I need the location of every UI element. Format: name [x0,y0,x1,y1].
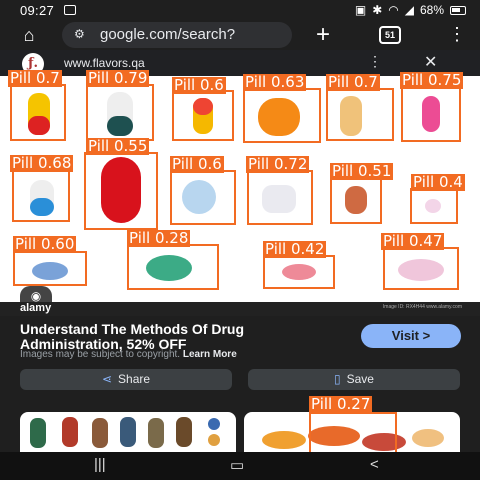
lock-icon: ▣ [354,3,367,17]
site-settings-icon[interactable]: ⚙ [74,27,85,41]
copyright-notice: Images may be subject to copyright. Lear… [20,349,237,360]
bluetooth-icon: ✱ [372,3,383,17]
detection-box [86,84,154,141]
capsules-photo [30,417,220,448]
visit-button[interactable]: Visit > [361,324,461,348]
detection-box [383,247,459,290]
new-tab-icon[interactable]: + [316,21,330,49]
bookmark-icon: ▯ [334,372,341,386]
related-thumbnail[interactable] [20,412,236,452]
detection-label: Pill 0.27 [309,395,373,413]
detection-label: Pill 0.4 [411,173,465,191]
detection-box [243,88,321,143]
detection-box [326,88,394,141]
wifi-icon: ◠ [388,3,399,17]
detection-label: Pill 0.72 [246,155,310,173]
detection-box [170,170,236,225]
copyright-text: Images may be subject to copyright. [20,349,181,360]
detection-label: Pill 0.42 [263,240,327,258]
tab-switcher-button[interactable]: 51 [379,26,401,44]
detection-box [401,86,461,142]
url-text: google.com/search? [100,26,236,43]
address-bar[interactable]: ⚙ google.com/search? [62,22,292,48]
detection-label: Pill 0.55 [86,137,150,155]
detection-label: Pill 0.7 [326,73,380,91]
recents-icon[interactable]: ||| [94,456,106,473]
share-button[interactable]: ⋖ Share [20,369,232,390]
image-preview[interactable]: ƒ. www.flavors.qa ⋮ ✕ Pill 0.7 Pill 0.79… [0,50,480,316]
battery-icon [450,5,466,15]
result-title[interactable]: Understand The Methods Of Drug Administr… [20,322,350,352]
alamy-watermark: alamy [20,302,52,314]
detection-box [309,412,397,452]
detection-box [172,90,234,141]
watermark-bar: alamy Image ID: RX4H44 www.alamy.com [0,302,480,316]
gallery-icon [64,5,76,15]
detection-box [10,84,66,141]
save-label: Save [346,372,374,386]
screen: 09:27 ▣ ✱ ◠ ◢ 68% ⌂ ⚙ google.com/search?… [0,0,480,480]
detection-label: Pill 0.51 [330,162,394,180]
detection-box [127,244,219,290]
status-right: ▣ ✱ ◠ ◢ 68% [355,3,466,17]
system-nav-bar: ||| ▭ < [0,452,480,480]
share-icon: ⋖ [101,372,113,386]
image-id: Image ID: RX4H44 www.alamy.com [382,304,462,310]
detection-box [330,176,382,224]
detection-box [247,170,313,225]
battery-percent: 68% [419,3,444,17]
share-label: Share [118,372,151,386]
detection-box [410,188,458,224]
signal-icon: ◢ [404,3,414,17]
detection-label: Pill 0.28 [127,229,191,247]
back-icon[interactable]: < [370,456,379,473]
detection-label: Pill 0.6 [170,155,224,173]
detection-label: Pill 0.7 [8,69,62,87]
browser-toolbar: ⌂ ⚙ google.com/search? + 51 ⋮ [0,20,480,50]
detection-box [12,170,70,222]
detection-box [13,251,87,286]
detection-box [84,152,158,230]
more-menu-icon[interactable]: ⋮ [448,24,466,45]
home-icon[interactable]: ⌂ [18,24,40,46]
learn-more-link[interactable]: Learn More [183,349,237,360]
detection-label: Pill 0.63 [243,73,307,91]
detection-label: Pill 0.6 [172,76,226,94]
detection-label: Pill 0.79 [86,69,150,87]
home-nav-icon[interactable]: ▭ [230,456,244,474]
detection-label: Pill 0.75 [400,71,464,89]
detection-label: Pill 0.68 [10,154,74,172]
detection-label: Pill 0.60 [13,235,77,253]
detection-label: Pill 0.47 [381,232,445,250]
detection-box [263,255,335,289]
save-button[interactable]: ▯ Save [248,369,460,390]
clock: 09:27 [20,3,55,18]
status-bar: 09:27 ▣ ✱ ◠ ◢ 68% [0,0,480,20]
